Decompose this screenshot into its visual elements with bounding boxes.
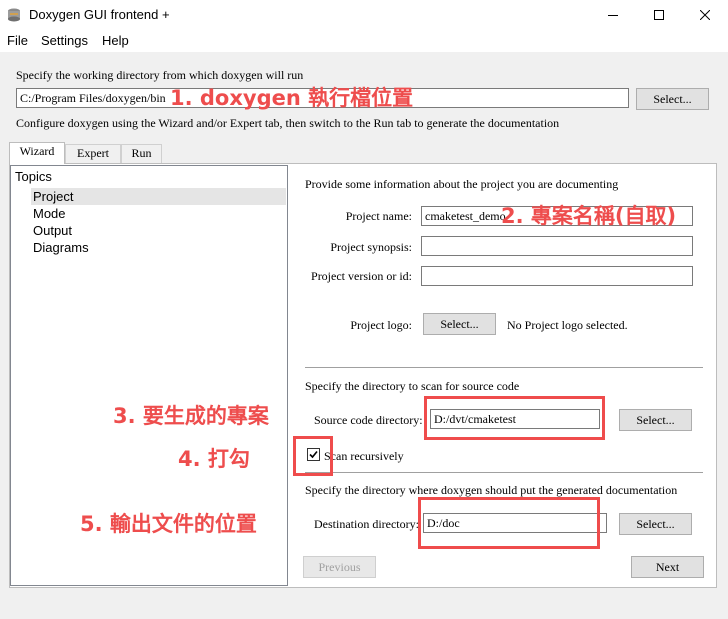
close-button[interactable]: [682, 0, 728, 30]
close-icon: [700, 10, 710, 20]
tab-wizard[interactable]: Wizard: [9, 142, 65, 164]
previous-button[interactable]: Previous: [303, 556, 376, 578]
minimize-button[interactable]: [590, 0, 636, 30]
project-synopsis-input[interactable]: [421, 236, 693, 256]
annotation-1: 1. doxygen 執行檔位置: [170, 86, 414, 110]
window-title: Doxygen GUI frontend +: [29, 7, 170, 22]
annotation-3: 3. 要生成的專案: [113, 404, 269, 428]
destination-dir-label: Destination directory:: [314, 517, 419, 531]
topic-item-project-selected[interactable]: Project: [31, 188, 286, 205]
annotation-2: 2. 專案名稱(自取): [501, 204, 677, 228]
topic-item-diagrams[interactable]: Diagrams: [33, 240, 89, 255]
source-dir-label: Source code directory:: [314, 413, 423, 427]
annotation-4: 4. 打勾: [178, 447, 250, 471]
project-logo-status: No Project logo selected.: [507, 318, 628, 332]
menu-settings[interactable]: Settings: [41, 33, 88, 48]
tab-expert[interactable]: Expert: [65, 144, 121, 163]
annotation-5: 5. 輸出文件的位置: [80, 512, 257, 536]
project-version-input[interactable]: [421, 266, 693, 286]
project-name-label: Project name:: [345, 209, 412, 223]
next-button[interactable]: Next: [631, 556, 704, 578]
workdir-hint: Specify the working directory from which…: [16, 68, 304, 82]
doxygen-app-icon: [6, 7, 22, 23]
topics-heading: Topics: [15, 169, 52, 184]
destination-select-button[interactable]: Select...: [619, 513, 692, 535]
separator: [305, 472, 703, 473]
project-intro: Provide some information about the proje…: [305, 177, 619, 191]
project-version-label: Project version or id:: [311, 269, 412, 283]
minimize-icon: [608, 15, 618, 16]
maximize-button[interactable]: [636, 0, 682, 30]
menu-help[interactable]: Help: [102, 33, 129, 48]
maximize-icon: [654, 10, 664, 20]
topic-project-label: Project: [33, 189, 74, 204]
project-synopsis-label: Project synopsis:: [330, 240, 412, 254]
topic-item-output[interactable]: Output: [33, 223, 72, 238]
source-heading: Specify the directory to scan for source…: [305, 379, 520, 393]
menu-bar: File Settings Help: [0, 30, 728, 52]
workdir-select-button[interactable]: Select...: [636, 88, 709, 110]
separator: [305, 367, 703, 368]
scan-recursively-label: Scan recursively: [324, 449, 404, 463]
project-logo-label: Project logo:: [350, 318, 412, 332]
topic-item-mode[interactable]: Mode: [33, 206, 66, 221]
tab-run[interactable]: Run: [121, 144, 162, 163]
destination-highlight-box: [418, 497, 600, 549]
title-bar: Doxygen GUI frontend +: [0, 0, 728, 30]
menu-file[interactable]: File: [7, 33, 28, 48]
source-dir-highlight-box: [424, 396, 605, 440]
configure-hint: Configure doxygen using the Wizard and/o…: [16, 116, 560, 130]
destination-heading: Specify the directory where doxygen shou…: [305, 483, 678, 497]
checkbox-highlight-box: [293, 436, 333, 476]
project-logo-select-button[interactable]: Select...: [423, 313, 496, 335]
source-select-button[interactable]: Select...: [619, 409, 692, 431]
